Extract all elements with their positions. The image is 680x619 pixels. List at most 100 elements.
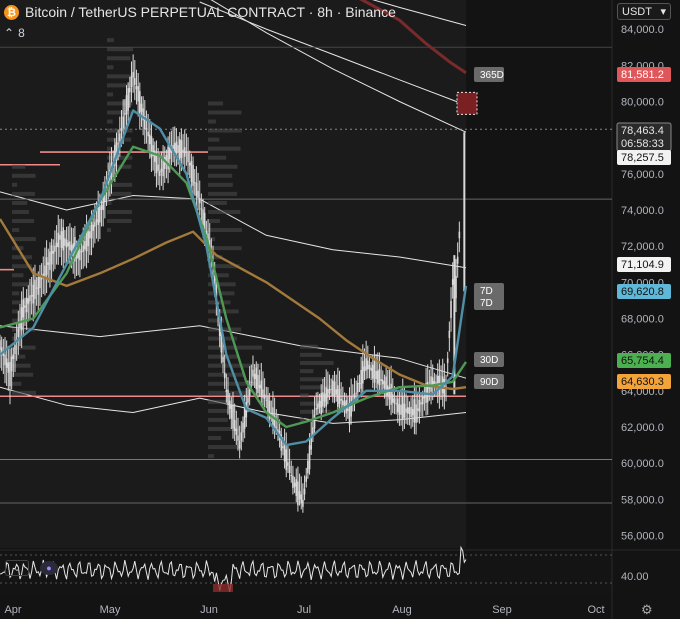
candle-body bbox=[32, 284, 35, 304]
candle-body bbox=[398, 404, 401, 415]
candle-body bbox=[20, 307, 23, 330]
candle-body bbox=[376, 370, 379, 384]
volume-profile-bar bbox=[300, 369, 314, 374]
price-tag-value: 65,754.4 bbox=[621, 355, 664, 367]
candle-body bbox=[122, 116, 124, 129]
candle-body bbox=[22, 299, 25, 318]
candle-body bbox=[12, 354, 15, 359]
candle-body bbox=[232, 404, 234, 429]
candle-body bbox=[302, 499, 304, 507]
volume-profile-bar bbox=[107, 200, 112, 205]
volume-profile-bar bbox=[12, 291, 20, 296]
countdown-label: 06:58:33 bbox=[621, 138, 664, 150]
volume-profile-bar bbox=[107, 219, 132, 224]
candle-body bbox=[67, 242, 70, 247]
candle-body bbox=[97, 207, 99, 225]
candle-body bbox=[330, 388, 332, 390]
candle-body bbox=[145, 128, 148, 130]
candle-body bbox=[390, 383, 392, 405]
candle-body bbox=[127, 88, 129, 111]
candle-body bbox=[190, 161, 193, 183]
volume-profile-bar bbox=[107, 38, 114, 43]
candle-body bbox=[54, 245, 56, 252]
candle-body bbox=[238, 440, 241, 449]
candle-body bbox=[84, 241, 86, 250]
x-tick-label: Oct bbox=[587, 604, 604, 616]
volume-profile-bar bbox=[300, 344, 318, 349]
candle-body bbox=[275, 426, 278, 428]
candle-body bbox=[448, 330, 451, 338]
volume-profile-bar bbox=[300, 377, 326, 382]
candle-body bbox=[438, 375, 441, 396]
candle-body bbox=[222, 356, 224, 363]
candle-body bbox=[227, 389, 229, 404]
chart-canvas[interactable]: 56,000.058,000.060,000.062,000.064,000.0… bbox=[0, 0, 680, 619]
candle-body bbox=[323, 393, 326, 402]
candle-body bbox=[450, 300, 452, 318]
candle-body bbox=[423, 396, 426, 399]
candle-body bbox=[300, 494, 303, 504]
indicators-toggle[interactable]: ⌃ 8 bbox=[4, 25, 25, 41]
price-tag-value: 81,581.2 bbox=[621, 69, 664, 81]
y-tick-label: 84,000.0 bbox=[621, 24, 664, 36]
line-label-text: 30D bbox=[480, 355, 498, 366]
candle-body bbox=[381, 379, 384, 385]
candle-body bbox=[223, 372, 226, 379]
x-tick-label: Jul bbox=[297, 604, 311, 616]
candle-body bbox=[29, 295, 31, 302]
candle-body bbox=[52, 250, 55, 254]
candle-body bbox=[401, 396, 404, 421]
candle-body bbox=[237, 435, 239, 441]
candle-body bbox=[420, 402, 422, 405]
candle-body bbox=[50, 245, 53, 265]
volume-profile-bar bbox=[12, 282, 36, 287]
candle-body bbox=[94, 221, 96, 227]
candle-body bbox=[182, 149, 184, 152]
volume-profile-bar bbox=[208, 209, 241, 214]
volume-profile-bar bbox=[208, 182, 233, 187]
candle-body bbox=[180, 140, 183, 158]
volume-profile-bar bbox=[12, 164, 26, 169]
candle-body bbox=[185, 151, 188, 153]
candle-body bbox=[270, 413, 273, 415]
candle-body bbox=[80, 250, 83, 253]
volume-profile-bar bbox=[208, 300, 231, 305]
x-tick-label: Apr bbox=[4, 604, 21, 616]
candle-body bbox=[175, 141, 178, 154]
candle-body bbox=[100, 205, 103, 211]
candle-body bbox=[410, 406, 412, 418]
gear-icon[interactable]: ⚙ bbox=[641, 602, 653, 618]
volume-profile-bar bbox=[208, 191, 238, 196]
y-tick-label: 74,000.0 bbox=[621, 205, 664, 217]
candle-body bbox=[14, 344, 16, 355]
candle-body bbox=[415, 404, 417, 423]
rsi-level-label: 40.00 bbox=[621, 571, 649, 583]
volume-profile-bar bbox=[107, 47, 133, 52]
candle-body bbox=[79, 248, 81, 261]
currency-select[interactable]: USDT ▾ bbox=[617, 3, 671, 20]
volume-profile-bar bbox=[107, 83, 131, 88]
x-tick-label: Aug bbox=[392, 604, 412, 616]
volume-profile-bar bbox=[208, 327, 242, 332]
candle-body bbox=[380, 379, 382, 382]
candle-body bbox=[2, 353, 5, 356]
volume-profile-bar bbox=[208, 219, 221, 224]
rsi-oversold-fill bbox=[213, 584, 234, 592]
symbol-title[interactable]: Bitcoin / TetherUS PERPETUAL CONTRACT · … bbox=[25, 4, 396, 20]
rsi-pane bbox=[0, 552, 612, 596]
candle-body bbox=[328, 389, 331, 394]
volume-profile-bar bbox=[12, 219, 35, 224]
candle-body bbox=[129, 87, 131, 93]
candle-body bbox=[430, 376, 432, 392]
candle-body bbox=[7, 362, 10, 373]
candle-body bbox=[134, 78, 136, 85]
candle-body bbox=[120, 128, 123, 132]
candle-body bbox=[30, 295, 33, 297]
candle-body bbox=[198, 198, 201, 204]
rsi-collapse-button[interactable]: ⌄ bbox=[5, 560, 29, 576]
candle-body bbox=[24, 305, 26, 308]
candle-body bbox=[69, 241, 71, 251]
price-marker-box bbox=[456, 91, 478, 115]
candle-body bbox=[391, 394, 394, 403]
range-shading bbox=[0, 0, 466, 548]
